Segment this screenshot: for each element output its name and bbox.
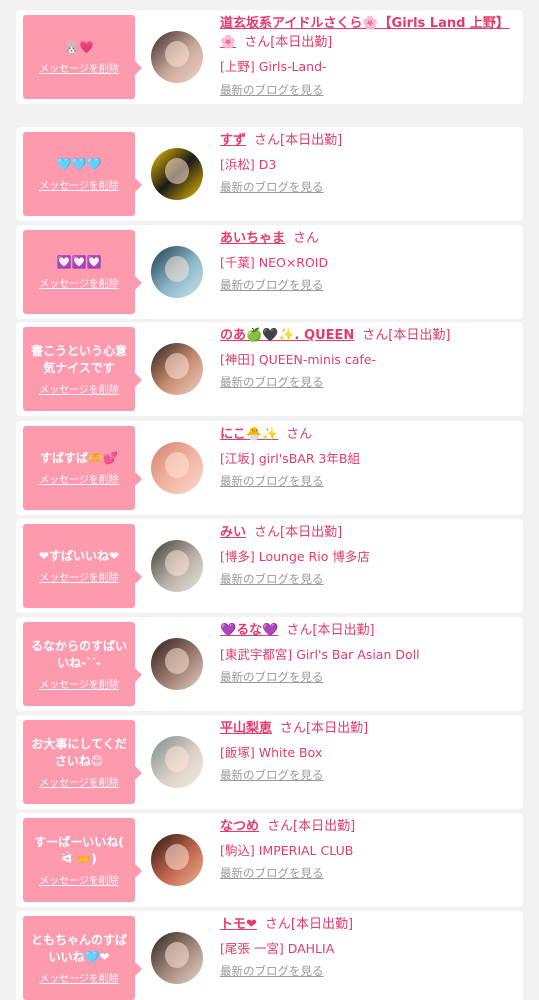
shop-label: [東武宇都宮] Girl's Bar Asian Doll <box>220 647 420 662</box>
name-line: みい さん[本日出勤] <box>220 523 515 542</box>
avatar[interactable] <box>151 442 203 494</box>
message-card: 💟💟💟 メッセージを削除 あいちゃま さん [千葉] NEO×ROID 最新のブロ… <box>16 225 523 319</box>
message-card: お大事にしてくださいね😊 メッセージを削除 平山梨恵 さん[本日出勤] [飯塚] … <box>16 715 523 809</box>
avatar[interactable] <box>151 246 203 298</box>
honorific-status: さん <box>293 231 320 246</box>
avatar[interactable] <box>151 932 203 984</box>
name-line: 道玄坂系アイドルさくら🌸【Girls Land 上野】🌸 さん[本日出勤] <box>220 14 515 52</box>
latest-blog-link[interactable]: 最新のブログを見る <box>220 82 324 98</box>
shop-label: [浜松] D3 <box>220 157 277 172</box>
honorific-status: さん[本日出勤] <box>362 328 451 343</box>
message-bubble: 🩵🩵🩵 メッセージを削除 <box>23 132 142 216</box>
name-line: 💜るな💜 さん[本日出勤] <box>220 621 515 640</box>
shop-label: [千葉] NEO×ROID <box>220 255 329 270</box>
latest-blog-link[interactable]: 最新のブログを見る <box>220 277 324 293</box>
sender-name-link[interactable]: すず <box>220 133 246 148</box>
message-card: るなからのすばいいね-`ᐝ- メッセージを削除 💜るな💜 さん[本日出勤] [東武… <box>16 617 523 711</box>
shop-label: [上野] Girls-Land- <box>220 59 327 74</box>
delete-message-link[interactable]: メッセージを削除 <box>39 676 119 691</box>
name-line: にこ🐣✨ さん <box>220 425 515 444</box>
honorific-status: さん[本日出勤] <box>267 819 356 834</box>
message-text: すーばーいいね( ᐛ 👐) <box>34 834 124 866</box>
honorific-status: さん[本日出勤] <box>280 721 369 736</box>
shop-label: [博多] Lounge Rio 博多店 <box>220 549 370 564</box>
delete-message-link[interactable]: メッセージを削除 <box>39 774 119 789</box>
message-text: 💟💟💟 <box>56 255 102 269</box>
message-text: すばすば🫶💕 <box>40 451 118 465</box>
sender-name-link[interactable]: なつめ <box>220 819 259 834</box>
sender-name-link[interactable]: みい <box>220 525 246 540</box>
latest-blog-link[interactable]: 最新のブログを見る <box>220 571 324 587</box>
message-text: るなからのすばいいね-`ᐝ- <box>30 638 127 670</box>
delete-message-link[interactable]: メッセージを削除 <box>39 872 119 887</box>
message-card: すーばーいいね( ᐛ 👐) メッセージを削除 なつめ さん[本日出勤] [駒込] … <box>16 813 523 907</box>
avatar[interactable] <box>151 638 203 690</box>
avatar[interactable] <box>151 540 203 592</box>
sender-name-link[interactable]: 平山梨恵 <box>220 721 272 736</box>
latest-blog-link[interactable]: 最新のブログを見る <box>220 374 324 390</box>
delete-message-link[interactable]: メッセージを削除 <box>39 569 119 584</box>
latest-blog-link[interactable]: 最新のブログを見る <box>220 473 324 489</box>
delete-message-link[interactable]: メッセージを削除 <box>39 970 119 985</box>
latest-blog-link[interactable]: 最新のブログを見る <box>220 669 324 685</box>
shop-label: [神田] QUEEN-minis cafe- <box>220 352 377 367</box>
message-bubble: ともちゃんのすばいいね🩵❤ メッセージを削除 <box>23 916 142 1000</box>
honorific-status: さん[本日出勤] <box>264 917 354 932</box>
avatar[interactable] <box>151 148 203 200</box>
message-card: すばすば🫶💕 メッセージを削除 にこ🐣✨ さん [江坂] girl'sBAR 3年… <box>16 421 523 515</box>
name-line: 平山梨恵 さん[本日出勤] <box>220 719 515 738</box>
message-bubble: 🐰💗 メッセージを削除 <box>23 15 142 99</box>
message-text: ともちゃんのすばいいね🩵❤ <box>30 932 127 964</box>
honorific-status: さん[本日出勤] <box>254 133 343 148</box>
delete-message-link[interactable]: メッセージを削除 <box>39 275 119 290</box>
delete-message-link[interactable]: メッセージを削除 <box>39 60 119 75</box>
delete-message-link[interactable]: メッセージを削除 <box>39 381 119 396</box>
message-bubble: すーばーいいね( ᐛ 👐) メッセージを削除 <box>23 818 142 902</box>
name-line: あいちゃま さん <box>220 229 515 248</box>
message-text: ❤すばいいね❤ <box>38 549 120 563</box>
name-line: トモ❤ さん[本日出勤] <box>220 915 515 934</box>
sender-name-link[interactable]: のあ🍏🖤✨. QUEEN <box>220 328 354 343</box>
delete-message-link[interactable]: メッセージを削除 <box>39 471 119 486</box>
sender-name-link[interactable]: あいちゃま <box>220 231 285 246</box>
sender-name-link[interactable]: にこ🐣✨ <box>220 427 278 442</box>
message-bubble: ❤すばいいね❤ メッセージを削除 <box>23 524 142 608</box>
message-bubble: すばすば🫶💕 メッセージを削除 <box>23 426 142 510</box>
message-text: 🐰💗 <box>64 40 94 54</box>
message-bubble: 💟💟💟 メッセージを削除 <box>23 230 142 314</box>
latest-blog-link[interactable]: 最新のブログを見る <box>220 179 324 195</box>
sender-name-link[interactable]: トモ❤ <box>220 917 257 932</box>
message-text: 🩵🩵🩵 <box>56 157 102 171</box>
avatar[interactable] <box>151 343 203 395</box>
name-line: のあ🍏🖤✨. QUEEN さん[本日出勤] <box>220 326 515 345</box>
delete-message-link[interactable]: メッセージを削除 <box>39 177 119 192</box>
message-card: ❤すばいいね❤ メッセージを削除 みい さん[本日出勤] [博多] Lounge … <box>16 519 523 613</box>
latest-blog-link[interactable]: 最新のブログを見る <box>220 963 324 979</box>
shop-label: [江坂] girl'sBAR 3年B組 <box>220 451 361 466</box>
avatar[interactable] <box>151 31 203 83</box>
latest-blog-link[interactable]: 最新のブログを見る <box>220 865 324 881</box>
shop-label: [尾張 一宮] DAHLIA <box>220 941 335 956</box>
latest-blog-link[interactable]: 最新のブログを見る <box>220 767 324 783</box>
message-card: 書こうという心意気ナイスです メッセージを削除 のあ🍏🖤✨. QUEEN さん[本… <box>16 322 523 416</box>
honorific-status: さん[本日出勤] <box>254 525 343 540</box>
honorific-status: さん[本日出勤] <box>286 623 375 638</box>
name-line: すず さん[本日出勤] <box>220 131 515 150</box>
sender-name-link[interactable]: 💜るな💜 <box>220 623 278 638</box>
shop-label: [飯塚] White Box <box>220 745 323 760</box>
message-bubble: お大事にしてくださいね😊 メッセージを削除 <box>23 720 142 804</box>
avatar[interactable] <box>151 834 203 886</box>
message-card: 🩵🩵🩵 メッセージを削除 すず さん[本日出勤] [浜松] D3 最新のブログを見… <box>16 127 523 221</box>
avatar[interactable] <box>151 736 203 788</box>
message-text: お大事にしてくださいね😊 <box>31 736 127 768</box>
message-card: ともちゃんのすばいいね🩵❤ メッセージを削除 トモ❤ さん[本日出勤] [尾張 一… <box>16 911 523 1000</box>
message-card: 🐰💗 メッセージを削除 道玄坂系アイドルさくら🌸【Girls Land 上野】🌸… <box>16 10 523 104</box>
message-bubble: るなからのすばいいね-`ᐝ- メッセージを削除 <box>23 622 142 706</box>
honorific-status: さん[本日出勤] <box>244 35 333 50</box>
shop-label: [駒込] IMPERIAL CLUB <box>220 843 354 858</box>
message-bubble: 書こうという心意気ナイスです メッセージを削除 <box>23 327 142 411</box>
honorific-status: さん <box>286 427 313 442</box>
name-line: なつめ さん[本日出勤] <box>220 817 515 836</box>
message-text: 書こうという心意気ナイスです <box>30 343 127 375</box>
